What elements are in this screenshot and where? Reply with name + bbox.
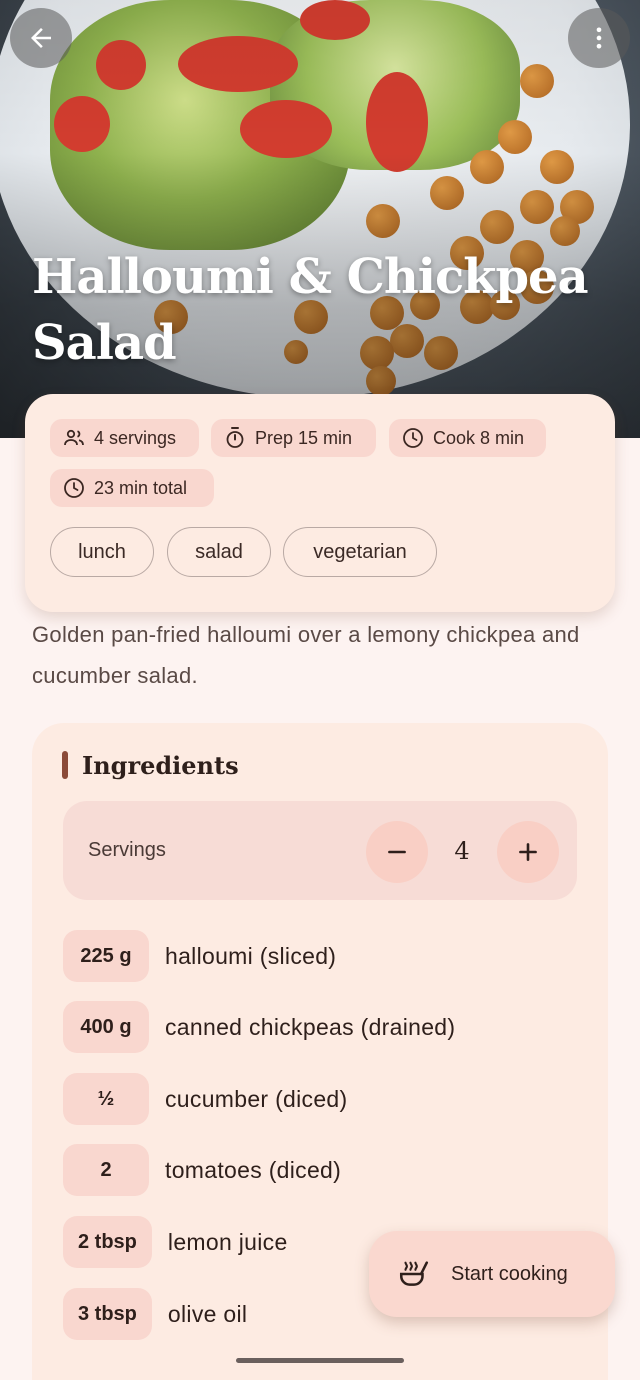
clock-icon <box>64 478 84 498</box>
gesture-nav-bar[interactable] <box>236 1358 404 1363</box>
ingredient-row: 225 g halloumi (sliced) <box>63 930 336 982</box>
start-cooking-label: Start cooking <box>451 1262 568 1285</box>
tag-label: vegetarian <box>313 540 407 563</box>
increase-servings-button[interactable] <box>497 821 559 883</box>
prep-time-chip: Prep 15 min <box>211 419 376 457</box>
ingredient-quantity: 400 g <box>63 1001 149 1053</box>
arrow-back-icon <box>31 28 51 48</box>
servings-label: Servings <box>88 839 166 861</box>
ingredient-name: lemon juice <box>167 1228 288 1255</box>
tag-vegetarian[interactable]: vegetarian <box>283 527 437 577</box>
ingredient-quantity: ½ <box>63 1073 149 1125</box>
ingredient-row: 400 g canned chickpeas (drained) <box>63 1001 455 1053</box>
servings-stepper: Servings 4 <box>63 801 577 900</box>
servings-chip-label: 4 servings <box>94 427 177 448</box>
recipe-description: Golden pan-fried halloumi over a lemony … <box>32 622 580 688</box>
ingredient-quantity: 2 tbsp <box>63 1216 152 1268</box>
clock-icon <box>403 428 423 448</box>
ingredient-name: halloumi (sliced) <box>165 942 337 969</box>
people-icon <box>64 429 84 446</box>
prep-time-label: Prep 15 min <box>255 427 353 448</box>
cook-time-chip: Cook 8 min <box>389 419 546 457</box>
ingredient-row: 3 tbsp olive oil <box>63 1288 247 1340</box>
hero-image: Halloumi & Chickpea Salad <box>0 0 640 438</box>
more-options-button[interactable] <box>568 8 630 68</box>
minus-icon <box>388 850 406 854</box>
ingredient-quantity: 225 g <box>63 930 149 982</box>
back-button[interactable] <box>10 8 72 68</box>
ingredients-header: Ingredients <box>62 748 239 782</box>
ingredients-title: Ingredients <box>82 750 239 780</box>
ingredient-row: 2 tomatoes (diced) <box>63 1144 341 1196</box>
tag-lunch[interactable]: lunch <box>50 527 154 577</box>
more-vert-icon <box>596 27 602 49</box>
ingredient-name: olive oil <box>167 1300 248 1327</box>
tag-label: lunch <box>78 540 126 563</box>
ingredient-name: tomatoes (diced) <box>165 1156 342 1183</box>
servings-chip: 4 servings <box>50 419 199 457</box>
ingredient-row: 2 tbsp lemon juice <box>63 1216 288 1268</box>
decrease-servings-button[interactable] <box>366 821 428 883</box>
ingredient-name: canned chickpeas (drained) <box>165 1013 456 1040</box>
recipe-title: Halloumi & Chickpea Salad <box>32 249 589 371</box>
cook-time-label: Cook 8 min <box>433 427 525 448</box>
cooking-pot-icon <box>399 1261 429 1286</box>
timer-icon <box>226 427 244 448</box>
tag-label: salad <box>195 540 243 563</box>
start-cooking-button[interactable]: Start cooking <box>369 1231 615 1317</box>
ingredient-quantity: 2 <box>63 1144 149 1196</box>
ingredient-name: cucumber (diced) <box>165 1085 348 1112</box>
total-time-label: 23 min total <box>94 477 188 498</box>
ingredient-row: ½ cucumber (diced) <box>63 1073 347 1125</box>
total-time-chip: 23 min total <box>50 469 214 507</box>
recipe-meta-card: 4 servings Prep 15 min Cook 8 min 23 min… <box>25 394 615 612</box>
plus-icon <box>519 843 537 861</box>
tag-salad[interactable]: salad <box>167 527 271 577</box>
section-accent-bar <box>62 751 68 779</box>
servings-count: 4 <box>454 837 470 865</box>
ingredient-quantity: 3 tbsp <box>63 1288 152 1340</box>
